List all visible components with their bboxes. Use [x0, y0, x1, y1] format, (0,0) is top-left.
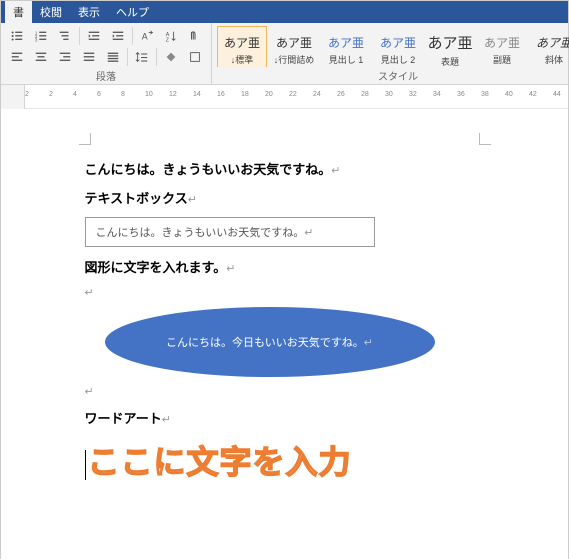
- align-left-icon[interactable]: [6, 47, 28, 67]
- multilevel-icon[interactable]: [54, 26, 76, 46]
- ruler-tick: 34: [433, 91, 441, 98]
- ruler-tick: 18: [241, 91, 249, 98]
- svg-text:Z: Z: [166, 37, 170, 43]
- ruler-tick: 2: [25, 91, 29, 98]
- ruler: 2246810121416182022242628303234363840424…: [1, 85, 568, 109]
- svg-text:3: 3: [35, 37, 38, 42]
- ruler-tick: 44: [553, 91, 561, 98]
- ruler-tick: 6: [97, 91, 101, 98]
- style-heading2[interactable]: あア亜見出し 2: [373, 26, 423, 67]
- align-justify-icon[interactable]: [78, 47, 100, 67]
- style-title[interactable]: あア亜表題: [425, 26, 475, 67]
- ruler-tick: 32: [409, 91, 417, 98]
- styles-gallery[interactable]: あア亜↓標準 あア亜↓行間詰め あア亜見出し 1 あア亜見出し 2 あア亜表題 …: [216, 25, 569, 67]
- ellipse-shape[interactable]: こんにちは。今日もいいお天気ですね。↵: [105, 307, 435, 377]
- ruler-tick: 28: [361, 91, 369, 98]
- ruler-tick: 24: [313, 91, 321, 98]
- heading-wordart[interactable]: ワードアート↵: [85, 408, 485, 427]
- empty-para-2: ↵: [85, 386, 94, 398]
- align-right-icon[interactable]: [54, 47, 76, 67]
- style-italic[interactable]: あア亜斜体: [529, 26, 569, 67]
- show-marks-icon[interactable]: [184, 26, 206, 46]
- ruler-tick: 8: [121, 91, 125, 98]
- ruler-tick: 10: [145, 91, 153, 98]
- indent-increase-icon[interactable]: [107, 26, 129, 46]
- paragraph-greeting[interactable]: こんにちは。きょうもいいお天気ですね。↵: [85, 159, 485, 178]
- menu-tab-active[interactable]: 書: [5, 1, 32, 23]
- heading-shape[interactable]: 図形に文字を入れます。↵: [85, 257, 485, 276]
- menu-tab-review[interactable]: 校閲: [32, 1, 70, 23]
- bullets-icon[interactable]: [6, 26, 28, 46]
- crop-mark-tl: [79, 133, 91, 145]
- ruler-tick: 2: [49, 91, 53, 98]
- distribute-icon[interactable]: [102, 47, 124, 67]
- borders-icon[interactable]: [184, 47, 206, 67]
- numbering-icon[interactable]: 123: [30, 26, 52, 46]
- style-nospace[interactable]: あア亜↓行間詰め: [269, 26, 319, 67]
- style-normal[interactable]: あア亜↓標準: [217, 26, 267, 67]
- ruler-tick: 38: [481, 91, 489, 98]
- document-area[interactable]: こんにちは。きょうもいいお天気ですね。↵ テキストボックス↵ こんにちは。きょう…: [1, 109, 568, 560]
- page: こんにちは。きょうもいいお天気ですね。↵ テキストボックス↵ こんにちは。きょう…: [45, 109, 525, 483]
- group-styles: あア亜↓標準 あア亜↓行間詰め あア亜見出し 1 あア亜見出し 2 あア亜表題 …: [212, 23, 569, 84]
- ruler-tick: 22: [289, 91, 297, 98]
- style-subtitle[interactable]: あア亜副題: [477, 26, 527, 67]
- menu-tab-help[interactable]: ヘルプ: [108, 1, 157, 23]
- align-center-icon[interactable]: [30, 47, 52, 67]
- wordart-text[interactable]: ここに文字を入力: [85, 437, 485, 483]
- ruler-tick: 30: [385, 91, 393, 98]
- crop-mark-tr: [479, 133, 491, 145]
- group-label-styles: スタイル: [216, 67, 569, 84]
- ruler-tick: 4: [73, 91, 77, 98]
- ruler-tick: 36: [457, 91, 465, 98]
- menu-bar: 書 校閲 表示 ヘルプ: [1, 1, 568, 23]
- ruler-tick: 42: [529, 91, 537, 98]
- ruler-tick: 26: [337, 91, 345, 98]
- empty-para-1: ↵: [85, 287, 94, 299]
- heading-textbox[interactable]: テキストボックス↵: [85, 188, 485, 207]
- text-direction-icon[interactable]: A: [136, 26, 158, 46]
- group-label-paragraph: 段落: [5, 67, 207, 84]
- ruler-tick: 20: [265, 91, 273, 98]
- sort-icon[interactable]: AZ: [160, 26, 182, 46]
- ruler-tick: 12: [169, 91, 177, 98]
- svg-text:A: A: [142, 31, 148, 41]
- ruler-tick: 16: [217, 91, 225, 98]
- line-spacing-icon[interactable]: [131, 47, 153, 67]
- group-paragraph: 123 A AZ 段落: [1, 23, 212, 84]
- ribbon: 123 A AZ 段落 あア亜↓標準 あア亜↓行間詰め: [1, 23, 568, 85]
- ruler-tick: 40: [505, 91, 513, 98]
- shading-icon[interactable]: [160, 47, 182, 67]
- text-box[interactable]: こんにちは。きょうもいいお天気ですね。↵: [85, 217, 375, 247]
- ruler-tick: 14: [193, 91, 201, 98]
- indent-decrease-icon[interactable]: [83, 26, 105, 46]
- menu-tab-view[interactable]: 表示: [70, 1, 108, 23]
- style-heading1[interactable]: あア亜見出し 1: [321, 26, 371, 67]
